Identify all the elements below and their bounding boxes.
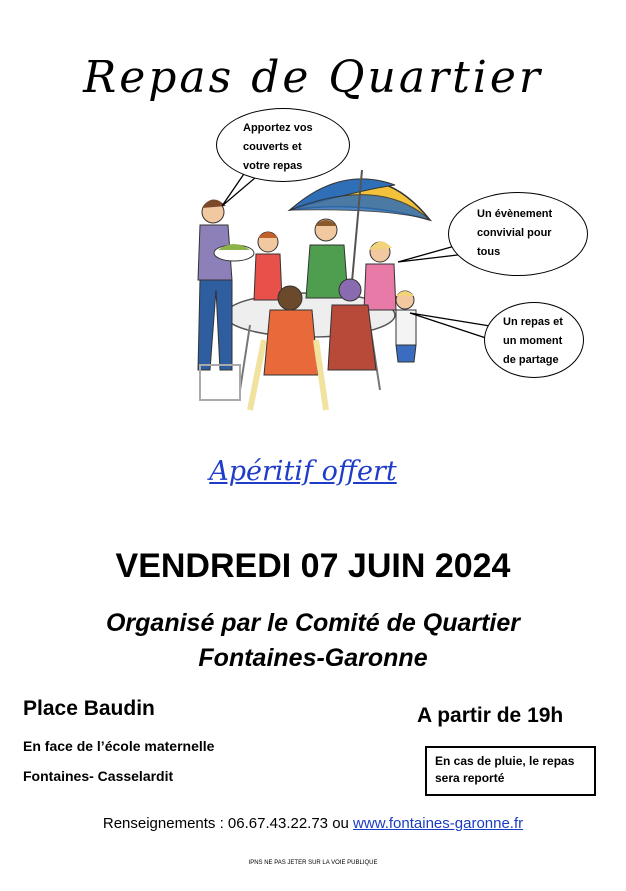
speech-bubble-bring-meal: Apportez vos couverts et votre repas <box>216 108 350 182</box>
bubble-text-line: de partage <box>503 354 559 366</box>
location-detail2: Fontaines- Casselardit <box>23 768 174 784</box>
contact-info: Renseignements : 06.67.43.22.73 ou www.f… <box>0 815 626 832</box>
bubble-text-line: convivial pour <box>477 227 552 239</box>
bubble-text-line: un moment <box>503 335 563 347</box>
contact-label: Renseignements : 06.67.43.22.73 ou <box>102 815 354 832</box>
bubble-text-line: couverts et <box>243 141 302 153</box>
rain-notice-line: sera reporté <box>435 771 505 785</box>
organizer-line2: Fontaines-Garonne <box>198 644 428 672</box>
aperitif-offered: Apéritif offert <box>209 456 397 487</box>
speech-bubble-sharing: Un repas et un moment de partage <box>484 302 584 378</box>
start-time: A partir de 19h <box>417 704 564 727</box>
bubble-text-line: Un repas et <box>503 316 563 328</box>
speech-bubble-event: Un évènement convivial pour tous <box>448 192 588 276</box>
rain-notice-line: En cas de pluie, le repas <box>435 754 575 768</box>
bubble-text-line: votre repas <box>243 160 303 172</box>
bubble-text-line: Apportez vos <box>243 122 313 134</box>
website-link[interactable]: www.fontaines-garonne.fr <box>353 815 523 832</box>
bubble-text-line: Un évènement <box>477 208 553 220</box>
location-place: Place Baudin <box>23 697 155 720</box>
rain-notice-box: En cas de pluie, le repas sera reporté <box>425 746 596 796</box>
footer-notice: IPNS NE PAS JETER SUR LA VOIE PUBLIQUE <box>248 860 378 866</box>
event-date: VENDREDI 07 JUIN 2024 <box>115 547 511 585</box>
organizer: Organisé par le Comité de Quartier Fonta… <box>0 606 626 676</box>
location-detail1: En face de l’école maternelle <box>23 738 215 754</box>
organizer-line1: Organisé par le Comité de Quartier <box>105 609 520 637</box>
bubble-text-line: tous <box>477 246 501 258</box>
